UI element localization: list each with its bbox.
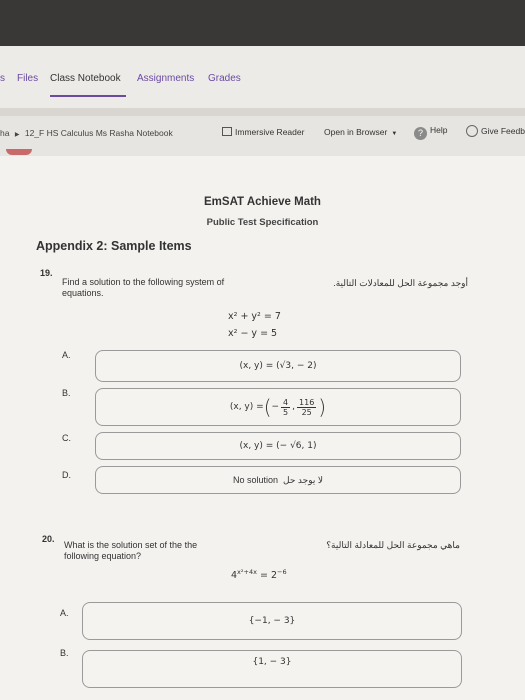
help-label: Help bbox=[430, 125, 448, 135]
q20-option-a-letter: A. bbox=[60, 608, 69, 618]
q19-option-b-prefix: (x, y) = bbox=[229, 402, 264, 412]
q20-arabic: ماهي مجموعة الحل للمعادلة التالية؟ bbox=[326, 540, 460, 550]
appendix-heading: Appendix 2: Sample Items bbox=[36, 239, 192, 253]
q19-option-d-arabic: لا يوجد حل bbox=[283, 474, 323, 485]
immersive-reader-label: Immersive Reader bbox=[235, 127, 305, 137]
help-icon: ? bbox=[414, 127, 427, 140]
feedback-label: Give Feedb bbox=[481, 126, 525, 136]
smiley-icon bbox=[466, 125, 478, 137]
q19-option-d-letter: D. bbox=[62, 470, 71, 480]
tab-grades[interactable]: Grades bbox=[208, 73, 241, 84]
immersive-reader-button[interactable]: Immersive Reader bbox=[222, 127, 304, 137]
q19-option-a[interactable]: (x, y) = (√3, − 2) bbox=[95, 350, 461, 382]
reader-icon bbox=[222, 127, 232, 136]
q20-equation: 4x²+4x = 2−6 bbox=[231, 568, 287, 582]
top-bar bbox=[0, 0, 525, 46]
q19-option-c-letter: C. bbox=[62, 433, 71, 443]
tab-assignments[interactable]: Assignments bbox=[137, 73, 194, 84]
q20-option-a-text: {−1, − 3} bbox=[248, 616, 296, 626]
q19-option-b-frac2: 116 25 bbox=[297, 397, 317, 417]
open-in-browser-button[interactable]: Open in Browser ▼ bbox=[324, 127, 397, 137]
help-button[interactable]: ? Help bbox=[414, 125, 447, 140]
q19-equation-1: x² + y² = 7 bbox=[228, 311, 281, 322]
tab-files[interactable]: Files bbox=[17, 73, 38, 84]
q19-option-b-letter: B. bbox=[62, 388, 71, 398]
doc-title: EmSAT Achieve Math bbox=[204, 196, 321, 208]
q19-option-b-frac1: 45 bbox=[281, 397, 291, 417]
q20-number: 20. bbox=[42, 534, 55, 544]
q20-option-b[interactable]: {1, − 3} bbox=[82, 650, 462, 688]
open-browser-label: Open in Browser bbox=[324, 127, 388, 137]
q19-number: 19. bbox=[40, 268, 53, 278]
section-color-marker bbox=[6, 149, 32, 155]
q19-option-a-letter: A. bbox=[62, 350, 71, 360]
q19-arabic: أوجد مجموعة الحل للمعادلات التالية. bbox=[333, 278, 468, 288]
breadcrumb-section: 12_F HS Calculus Ms Rasha Notebook bbox=[24, 128, 173, 138]
doc-subtitle: Public Test Specification bbox=[206, 217, 319, 228]
q19-option-b[interactable]: (x, y) = ( − 45, 116 25 ) bbox=[95, 388, 461, 426]
q19-option-b-minus: − bbox=[271, 402, 280, 412]
q19-option-a-text: (x, y) = (√3, − 2) bbox=[239, 361, 317, 371]
q20-option-b-letter: B. bbox=[60, 648, 69, 658]
breadcrumb[interactable]: ha ▶ 12_F HS Calculus Ms Rasha Notebook bbox=[0, 128, 173, 138]
q20-option-a[interactable]: {−1, − 3} bbox=[82, 602, 462, 640]
q19-text: Find a solution to the following system … bbox=[62, 277, 225, 298]
q20-text: What is the solution set of the the foll… bbox=[64, 540, 198, 561]
q19-option-c-text: (x, y) = (− √6, 1) bbox=[239, 441, 317, 451]
q19-option-d[interactable]: No solution لا يوجد حل bbox=[95, 466, 461, 494]
q19-option-d-text: No solution bbox=[233, 475, 279, 485]
chevron-right-icon: ▶ bbox=[14, 132, 20, 138]
give-feedback-button[interactable]: Give Feedb bbox=[466, 125, 525, 137]
q20-option-b-text: {1, − 3} bbox=[252, 657, 292, 667]
chevron-down-icon: ▼ bbox=[391, 131, 398, 137]
tab-class-notebook[interactable]: Class Notebook bbox=[50, 73, 121, 84]
breadcrumb-prefix: ha bbox=[0, 128, 10, 138]
active-tab-indicator bbox=[50, 95, 126, 97]
q19-equation-2: x² − y = 5 bbox=[228, 328, 278, 339]
tab-partial[interactable]: s bbox=[0, 73, 5, 84]
q19-option-c[interactable]: (x, y) = (− √6, 1) bbox=[95, 432, 461, 460]
